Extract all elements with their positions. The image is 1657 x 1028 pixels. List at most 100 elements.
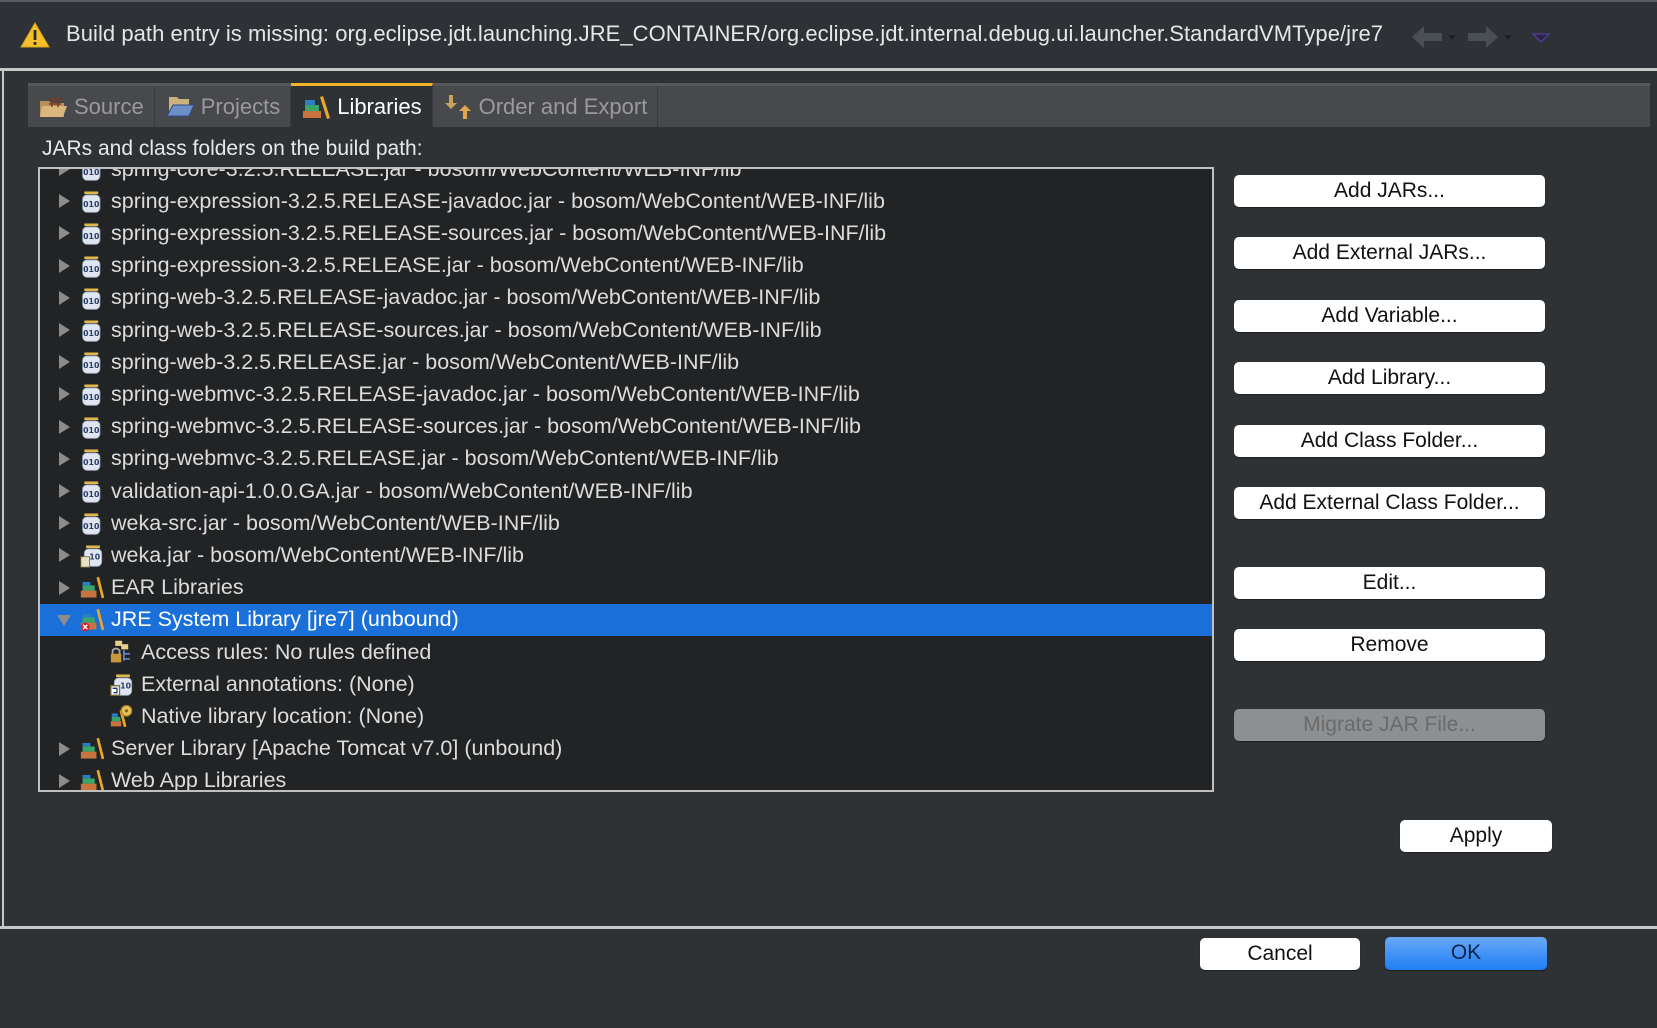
tree-item[interactable]: 010 spring-expression-3.2.5.RELEASE-sourc… [40, 217, 1212, 249]
tab-label: Libraries [337, 93, 422, 119]
ok-button[interactable]: OK [1385, 937, 1547, 970]
back-button[interactable] [1410, 24, 1462, 48]
expand-arrow-right-icon[interactable] [56, 353, 72, 371]
tree-item[interactable]: Server Library [Apache Tomcat v7.0] (unb… [40, 733, 1212, 765]
expand-arrow-right-icon[interactable] [56, 224, 72, 242]
tree-item-label: JRE System Library [jre7] (unbound) [111, 607, 459, 632]
expand-arrow-right-icon[interactable] [56, 289, 72, 307]
tree-item-label: weka-src.jar - bosom/WebContent/WEB-INF/… [111, 510, 560, 535]
jar-icon: 010 [82, 352, 101, 374]
cancel-button[interactable]: Cancel [1200, 938, 1360, 970]
apply-button[interactable]: Apply [1400, 820, 1552, 852]
add-external-class-folder-button[interactable]: Add External Class Folder... [1234, 487, 1545, 519]
tree-item[interactable]: 010 spring-expression-3.2.5.RELEASE-javad… [40, 185, 1212, 217]
warning-icon [20, 22, 50, 48]
svg-text:010: 010 [83, 458, 100, 467]
expand-arrow-right-icon[interactable] [56, 450, 72, 468]
tab-order-and-export[interactable]: Order and Export [433, 86, 659, 127]
add-external-jars-button[interactable]: Add External JARs... [1234, 237, 1545, 269]
tree-item[interactable]: 010 spring-webmvc-3.2.5.RELEASE.jar - bos… [40, 443, 1212, 475]
tree-item[interactable]: Web App Libraries [40, 765, 1212, 792]
jar-icon: 010 [82, 288, 101, 310]
library-icon [80, 576, 105, 598]
tree-item-label: spring-webmvc-3.2.5.RELEASE-javadoc.jar … [111, 381, 860, 406]
jar-icon: 010 [82, 481, 101, 503]
tree-item[interactable]: 010 spring-webmvc-3.2.5.RELEASE-javadoc.j… [40, 378, 1212, 410]
tree-child-item[interactable]: 10 External annotations: (None) [40, 668, 1212, 700]
tree-item[interactable]: 010 spring-core-3.2.5.RELEASE.jar - bosom… [40, 167, 1212, 185]
library-icon [80, 769, 105, 790]
order-export-icon [444, 94, 471, 119]
svg-text:010: 010 [83, 329, 100, 338]
access-rules-icon [110, 640, 130, 663]
tree-item-label: External annotations: (None) [141, 671, 415, 696]
tab-projects[interactable]: Projects [155, 86, 292, 127]
view-menu-button[interactable] [1530, 24, 1552, 48]
forward-button[interactable] [1466, 24, 1518, 48]
tree-child-item[interactable]: Access rules: No rules defined [40, 636, 1212, 668]
tree-item[interactable]: JRE System Library [jre7] (unbound) [40, 603, 1212, 636]
native-library-icon [110, 705, 133, 728]
tree-item[interactable]: 010 validation-api-1.0.0.GA.jar - bosom/W… [40, 475, 1212, 507]
svg-text:010: 010 [83, 522, 100, 531]
tree-item-label: weka.jar - bosom/WebContent/WEB-INF/lib [111, 542, 525, 567]
tree-item-label: Web App Libraries [111, 768, 287, 792]
dialog-footer: Cancel OK [0, 929, 1657, 1028]
tree-item-label: spring-expression-3.2.5.RELEASE-sources.… [111, 220, 887, 245]
tab-label: Source [74, 93, 144, 119]
tree-item[interactable]: 010 spring-expression-3.2.5.RELEASE.jar -… [40, 250, 1212, 282]
expand-arrow-right-icon[interactable] [56, 418, 72, 436]
svg-text:010: 010 [83, 168, 100, 177]
tree-item[interactable]: 10 weka.jar - bosom/WebContent/WEB-INF/li… [40, 539, 1212, 571]
tree-item-label: spring-web-3.2.5.RELEASE.jar - bosom/Web… [111, 349, 740, 374]
svg-text:10: 10 [120, 682, 131, 691]
expand-arrow-right-icon[interactable] [56, 167, 72, 178]
svg-text:010: 010 [83, 265, 100, 274]
jar-source-icon: 10 [80, 545, 103, 568]
expand-arrow-right-icon[interactable] [56, 257, 72, 275]
tree-item[interactable]: 010 spring-web-3.2.5.RELEASE-sources.jar … [40, 314, 1212, 346]
tab-libraries[interactable]: Libraries [291, 83, 433, 127]
edit-button[interactable]: Edit... [1234, 567, 1545, 599]
build-path-tree[interactable]: 010 spring-core-3.2.5.RELEASE.jar - bosom… [38, 167, 1214, 792]
library-error-icon [80, 608, 105, 632]
expand-arrow-right-icon[interactable] [56, 192, 72, 210]
expand-arrow-right-icon[interactable] [56, 772, 72, 790]
tree-item[interactable]: EAR Libraries [40, 572, 1212, 604]
tree-item[interactable]: 010 spring-webmvc-3.2.5.RELEASE-sources.j… [40, 411, 1212, 443]
svg-text:10: 10 [89, 553, 100, 562]
add-variable-button[interactable]: Add Variable... [1234, 300, 1545, 332]
tree-item-label: Server Library [Apache Tomcat v7.0] (unb… [111, 736, 563, 761]
add-class-folder-button[interactable]: Add Class Folder... [1234, 425, 1545, 457]
tree-item[interactable]: 010 weka-src.jar - bosom/WebContent/WEB-I… [40, 507, 1212, 539]
libraries-panel: Source Projects Libraries Order and Expo… [2, 71, 1657, 926]
expand-arrow-right-icon[interactable] [56, 385, 72, 403]
tree-item[interactable]: 010 spring-web-3.2.5.RELEASE.jar - bosom/… [40, 346, 1212, 378]
expand-arrow-down-icon[interactable] [56, 611, 72, 629]
tree-child-item[interactable]: Native library location: (None) [40, 700, 1212, 732]
tree-item-label: Native library location: (None) [141, 703, 425, 728]
tab-label: Projects [200, 93, 281, 119]
expand-arrow-right-icon[interactable] [56, 740, 72, 758]
tree-item[interactable]: 010 spring-web-3.2.5.RELEASE-javadoc.jar … [40, 282, 1212, 314]
remove-button[interactable]: Remove [1234, 629, 1545, 661]
build-path-list-label: JARs and class folders on the build path… [42, 137, 423, 160]
add-library-button[interactable]: Add Library... [1234, 362, 1545, 394]
add-jars-button[interactable]: Add JARs... [1234, 175, 1545, 207]
jar-icon: 010 [82, 191, 101, 213]
svg-text:010: 010 [83, 232, 100, 241]
expand-arrow-right-icon[interactable] [56, 482, 72, 500]
tree-item-label: spring-web-3.2.5.RELEASE-javadoc.jar - b… [111, 285, 821, 310]
expand-arrow-right-icon[interactable] [56, 514, 72, 532]
jar-icon: 010 [82, 320, 101, 342]
svg-text:010: 010 [83, 297, 100, 306]
expand-arrow-right-icon[interactable] [56, 546, 72, 564]
tab-source[interactable]: Source [28, 86, 155, 127]
svg-text:010: 010 [83, 361, 100, 370]
jar-icon: 010 [82, 256, 101, 278]
expand-arrow-right-icon[interactable] [56, 321, 72, 339]
svg-text:010: 010 [83, 393, 100, 402]
expand-arrow-right-icon[interactable] [56, 579, 72, 597]
tree-item-label: spring-web-3.2.5.RELEASE-sources.jar - b… [111, 317, 822, 342]
tree-item-label: EAR Libraries [111, 575, 244, 600]
